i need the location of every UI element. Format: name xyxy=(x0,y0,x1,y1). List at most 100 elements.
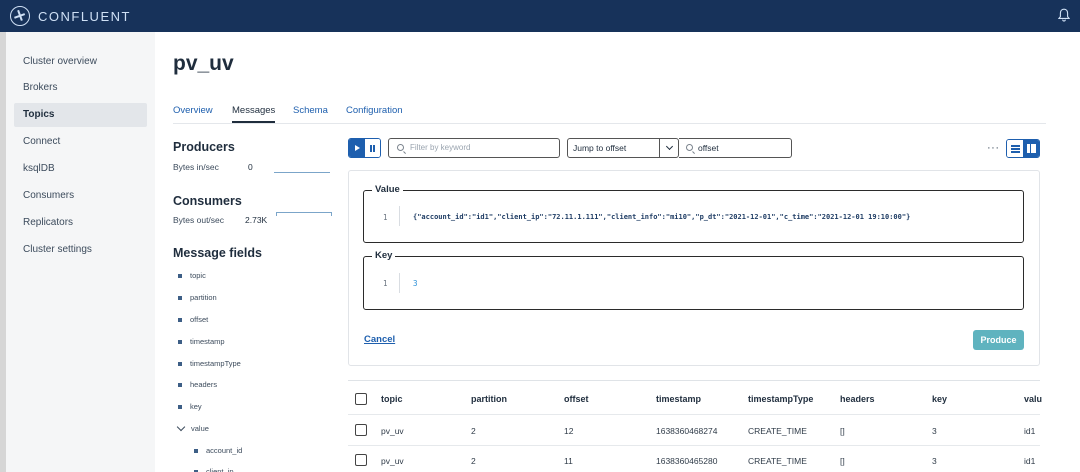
row-divider xyxy=(348,445,1040,446)
more-options-icon[interactable]: ··· xyxy=(987,143,1000,154)
sidebar-item-replicators[interactable]: Replicators xyxy=(14,211,147,235)
field-square-icon xyxy=(178,404,182,409)
sidebar-item-brokers[interactable]: Brokers xyxy=(14,76,147,100)
tabs-divider xyxy=(173,123,1046,124)
field-square-icon xyxy=(178,382,182,387)
column-header-topic[interactable]: topic xyxy=(381,394,403,404)
field-value[interactable]: value xyxy=(176,422,209,433)
value-line-number: 1 xyxy=(383,213,388,222)
offset-input[interactable]: offset xyxy=(679,138,792,158)
sidebar-item-connect[interactable]: Connect xyxy=(14,130,147,154)
cell-offset: 11 xyxy=(564,456,573,466)
field-square-icon xyxy=(178,339,182,344)
search-icon xyxy=(686,144,693,151)
list-view-icon[interactable] xyxy=(1007,140,1023,157)
gutter-divider xyxy=(399,273,400,293)
bytes-in-label: Bytes in/sec xyxy=(173,162,219,172)
produce-button[interactable]: Produce xyxy=(973,330,1024,350)
card-view-icon[interactable] xyxy=(1023,140,1039,157)
cell-timestamp-type: CREATE_TIME xyxy=(748,456,807,466)
row-divider xyxy=(348,414,1040,415)
jump-to-offset-select[interactable]: Jump to offset xyxy=(567,138,679,158)
cell-timestamp: 1638360465280 xyxy=(656,456,718,466)
field-partition[interactable]: partition xyxy=(178,293,217,302)
page-title: pv_uv xyxy=(173,52,234,75)
confluent-logo-icon xyxy=(10,6,30,26)
bytes-out-label: Bytes out/sec xyxy=(173,215,225,225)
play-icon[interactable] xyxy=(349,139,365,157)
field-square-icon xyxy=(178,361,182,366)
field-square-icon xyxy=(178,317,182,322)
cell-topic: pv_uv xyxy=(381,426,404,436)
cell-key: 3 xyxy=(932,426,937,436)
bell-icon[interactable] xyxy=(1058,8,1070,22)
field-headers[interactable]: headers xyxy=(178,380,217,389)
bytes-in-sparkline xyxy=(274,172,330,173)
message-fields-heading: Message fields xyxy=(173,246,262,260)
column-header-offset[interactable]: offset xyxy=(564,394,589,404)
cell-offset: 12 xyxy=(564,426,574,436)
field-square-icon xyxy=(178,295,182,300)
bytes-out-value: 2.73K xyxy=(245,215,268,225)
tab-schema[interactable]: Schema xyxy=(293,105,328,116)
consumers-heading: Consumers xyxy=(173,194,242,208)
key-legend: Key xyxy=(372,250,396,261)
value-code-text[interactable]: {"account_id":"id1","client_ip":"72.11.1… xyxy=(413,213,910,221)
tab-overview[interactable]: Overview xyxy=(173,105,213,116)
cell-key: 3 xyxy=(932,456,937,466)
cell-headers: [] xyxy=(840,426,845,436)
sparkline-tick-end xyxy=(331,212,332,216)
column-header-key[interactable]: key xyxy=(932,394,947,404)
tab-messages[interactable]: Messages xyxy=(232,105,275,116)
sparkline-tick-start xyxy=(276,212,277,216)
cell-timestamp: 1638360468274 xyxy=(656,426,718,436)
tab-configuration[interactable]: Configuration xyxy=(346,105,403,116)
brand[interactable]: CONFLUENT xyxy=(10,6,131,26)
field-topic[interactable]: topic xyxy=(178,271,206,280)
sidebar-item-ksqldb[interactable]: ksqlDB xyxy=(14,157,147,181)
cell-value: id1 xyxy=(1024,456,1036,466)
key-editor[interactable]: Key xyxy=(363,250,1024,310)
cell-headers: [] xyxy=(840,456,845,466)
bytes-in-value: 0 xyxy=(248,162,253,172)
select-divider xyxy=(659,138,660,158)
sidebar-item-cluster-settings[interactable]: Cluster settings xyxy=(14,238,147,262)
value-legend: Value xyxy=(372,184,403,195)
sidebar-item-cluster-overview[interactable]: Cluster overview xyxy=(14,50,147,74)
cancel-link[interactable]: Cancel xyxy=(364,334,395,345)
cell-timestamp-type: CREATE_TIME xyxy=(748,426,807,436)
row-checkbox[interactable] xyxy=(355,424,367,436)
column-header-timestamp[interactable]: timestamp xyxy=(656,394,701,404)
row-checkbox[interactable] xyxy=(355,454,367,466)
field-key[interactable]: key xyxy=(178,402,202,411)
field-timestamp-type[interactable]: timestampType xyxy=(178,359,241,368)
field-client-ip[interactable]: client_ip xyxy=(194,467,234,472)
sidebar-item-topics[interactable]: Topics xyxy=(14,103,147,127)
key-code-text[interactable]: 3 xyxy=(413,279,418,288)
field-account-id[interactable]: account_id xyxy=(194,446,242,455)
sidebar-item-consumers[interactable]: Consumers xyxy=(14,184,147,208)
column-header-partition[interactable]: partition xyxy=(471,394,507,404)
cell-partition: 2 xyxy=(471,426,476,436)
field-offset[interactable]: offset xyxy=(178,315,208,324)
select-all-checkbox[interactable] xyxy=(355,393,367,405)
chevron-down-icon[interactable] xyxy=(176,422,186,432)
column-header-headers[interactable]: headers xyxy=(840,394,875,404)
field-square-icon xyxy=(178,273,182,278)
producers-heading: Producers xyxy=(173,140,235,154)
top-navbar: CONFLUENT xyxy=(0,0,1080,32)
column-header-value[interactable]: valu xyxy=(1024,394,1042,404)
field-square-icon xyxy=(194,448,198,453)
view-mode-toggle[interactable] xyxy=(1006,139,1040,158)
column-header-timestamp-type[interactable]: timestampType xyxy=(748,394,813,404)
field-timestamp[interactable]: timestamp xyxy=(178,337,225,346)
filter-input[interactable]: Filter by keyword xyxy=(388,138,560,158)
cell-value: id1 xyxy=(1024,426,1036,436)
pause-icon[interactable] xyxy=(364,139,380,157)
search-icon xyxy=(397,144,404,151)
table-top-border xyxy=(348,380,1040,381)
play-pause-toggle[interactable] xyxy=(348,138,381,158)
brand-name: CONFLUENT xyxy=(38,8,131,24)
gutter-divider xyxy=(399,206,400,226)
sidebar: Cluster overview Brokers Topics Connect … xyxy=(6,32,155,472)
